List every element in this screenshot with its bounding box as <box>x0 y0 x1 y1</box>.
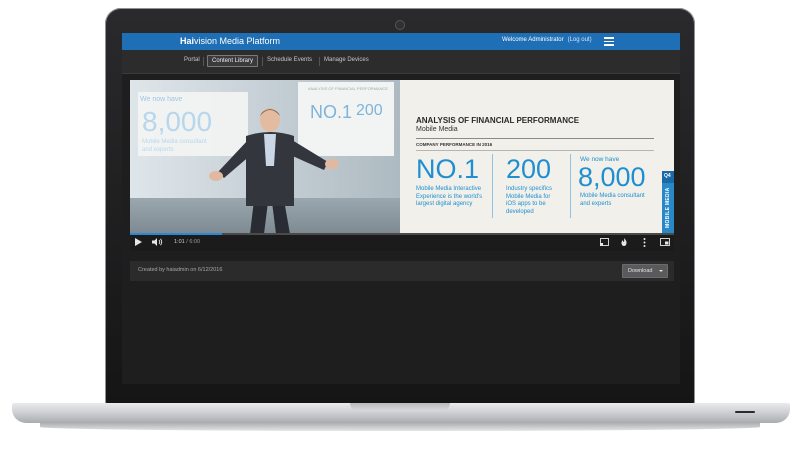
main-nav: Portal Content Library Schedule Events M… <box>122 50 680 74</box>
nav-schedule-events[interactable]: Schedule Events <box>263 55 316 65</box>
slide-divider <box>416 138 654 139</box>
nav-content-library[interactable]: Content Library <box>207 55 259 67</box>
app-header: Haivision Media Platform Welcome Adminis… <box>122 33 680 50</box>
slide-stat-divider <box>492 154 493 218</box>
slide-stat-divider <box>570 154 571 218</box>
fire-icon[interactable] <box>621 238 627 246</box>
play-icon[interactable] <box>135 238 142 246</box>
progress-fill <box>130 233 223 235</box>
playback-time: 1:01 / 6:00 <box>174 239 201 245</box>
slide-stat-value: 8,000 <box>578 162 646 192</box>
slide-side-tab-label: MOBILE MEDIA <box>665 187 671 228</box>
chevron-down-icon <box>659 270 663 272</box>
created-by-text: Created by haiadmin on 6/12/2016 <box>138 267 223 273</box>
slide-subtitle: Mobile Media <box>416 126 458 133</box>
nav-divider <box>203 57 204 66</box>
laptop-status-light <box>735 411 755 413</box>
video-player[interactable]: We now have 8,000 Mobile Media consultan… <box>130 80 674 234</box>
slide-section-heading: COMPANY PERFORMANCE IN 2016 <box>416 142 493 147</box>
slide-title: ANALYSIS OF FINANCIAL PERFORMANCE <box>416 116 580 125</box>
slide-stat-text: Mobile Media Interactive Experience is th… <box>416 186 483 207</box>
brand-logo[interactable]: Haivision Media Platform <box>180 36 280 46</box>
laptop-screen: Haivision Media Platform Welcome Adminis… <box>122 33 680 384</box>
download-label: Download <box>628 267 653 274</box>
more-options-icon[interactable] <box>643 238 646 247</box>
download-button[interactable]: Download <box>622 264 668 278</box>
slide-stat-value: NO.1 <box>416 154 480 184</box>
nav-portal[interactable]: Portal <box>180 55 204 65</box>
volume-icon[interactable] <box>152 238 163 246</box>
wall-screen-heading: ANALYSIS OF FINANCIAL PERFORMANCE <box>308 86 389 91</box>
laptop-open-notch <box>350 403 450 411</box>
presenter-figure <box>209 108 339 234</box>
fullscreen-icon[interactable] <box>660 238 670 246</box>
slide-divider <box>416 150 654 151</box>
wall-screen-text: We now have <box>140 96 183 103</box>
slide-stat-text: Industry specifics Mobile Media for iOS ap… <box>506 186 553 215</box>
nav-manage-devices[interactable]: Manage Devices <box>320 55 373 65</box>
logout-link[interactable]: (Log out) <box>568 37 592 43</box>
slide-quarter-label: Q4 <box>664 173 671 179</box>
slide-stat-value: 200 <box>506 154 552 184</box>
laptop-shadow <box>40 423 760 431</box>
player-controls <box>130 234 674 251</box>
cast-icon[interactable] <box>600 238 609 246</box>
welcome-user: Welcome Administrator (Log out) <box>502 37 592 43</box>
slide-stat-text: Mobile Media consultant and experts <box>580 193 645 207</box>
webcam-icon <box>395 20 405 30</box>
hamburger-menu-icon[interactable] <box>604 37 614 46</box>
